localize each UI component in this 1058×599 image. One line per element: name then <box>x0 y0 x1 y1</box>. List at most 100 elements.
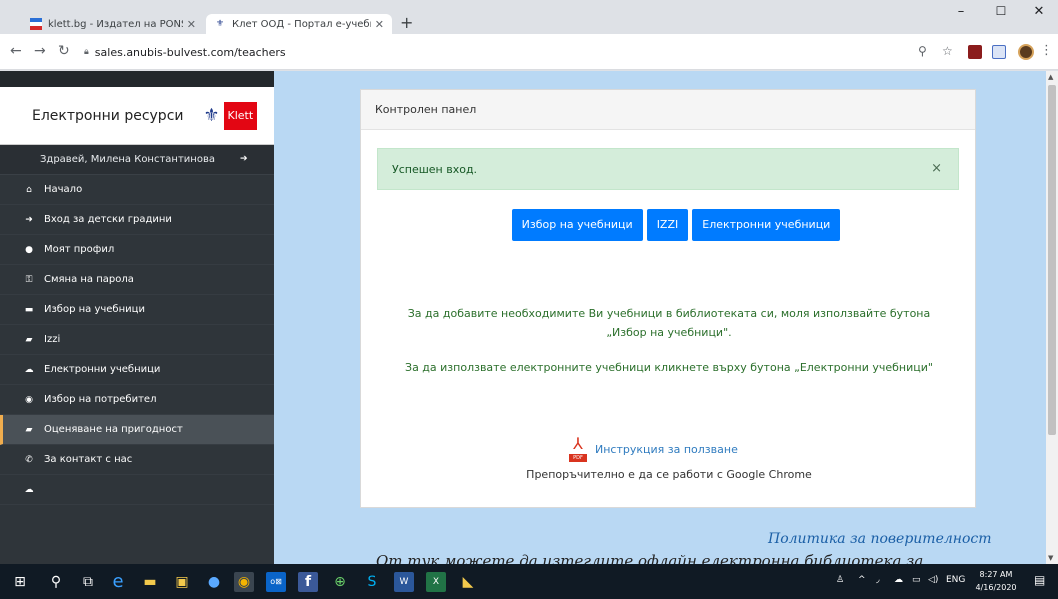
sidebar-item-5[interactable]: ▬ Избор на учебници <box>0 295 274 325</box>
tab-title: Клет ООД - Портал е-учебници <box>232 18 371 30</box>
volume-icon[interactable]: ◁) <box>928 575 938 585</box>
reload-icon[interactable]: ↻ <box>58 43 70 59</box>
skype-icon[interactable]: S <box>362 572 382 592</box>
panel-header: Контролен панел <box>361 90 975 130</box>
url-text: sales.anubis-bulvest.com/teachers <box>94 45 286 59</box>
app-icon[interactable]: ● <box>204 572 224 592</box>
instruction-link[interactable]: Инструкция за ползване <box>595 443 738 456</box>
sidebar-item-2[interactable]: ➜ Вход за детски градини <box>0 205 274 235</box>
close-icon[interactable]: ✕ <box>187 18 196 31</box>
greeting-text: Здравей, Милена Константинова <box>40 154 215 165</box>
home-icon: ⌂ <box>26 184 32 195</box>
sidebar-item-9[interactable]: ▰ Оценяване на пригодност <box>0 415 274 445</box>
menu-kebab-icon[interactable]: ⋮ <box>1040 43 1053 58</box>
search-icon[interactable]: ⚲ <box>46 572 66 592</box>
profile-avatar[interactable] <box>1018 44 1034 60</box>
sidebar-item-7[interactable]: ☁ Електронни учебници <box>0 355 274 385</box>
info-use-textbooks: За да използвате електронните учебници к… <box>405 361 933 374</box>
alert-close-button[interactable]: × <box>931 161 942 176</box>
sidebar-item-label: Избор на потребител <box>44 394 157 405</box>
action-buttons: Избор на учебници IZZI Електронни учебни… <box>361 209 977 241</box>
sidebar: Електронни ресурси ⚜ Klett Здравей, Миле… <box>0 71 274 564</box>
sidebar-item-1[interactable]: ⌂ Начало <box>0 175 274 205</box>
address-bar[interactable]: 🔒︎ sales.anubis-bulvest.com/teachers <box>78 40 902 64</box>
sidebar-item-label: Избор на учебници <box>44 304 145 315</box>
file-explorer-icon[interactable]: ▬ <box>140 572 160 592</box>
extension-icon[interactable] <box>992 45 1006 59</box>
people-icon[interactable]: ♙ <box>836 575 844 585</box>
extension-icon[interactable] <box>968 45 982 59</box>
app-icon[interactable]: ◣ <box>458 572 478 592</box>
zoom-icon[interactable]: ⚲ <box>918 44 927 58</box>
maximize-button[interactable]: ☐ <box>984 4 1018 18</box>
sidebar-item-11[interactable]: ☁ <box>0 475 274 505</box>
sidebar-item-3[interactable]: ● Моят профил <box>0 235 274 265</box>
page-scrollbar[interactable]: ▲ ▼ <box>1046 71 1058 564</box>
sidebar-item-label: Izzi <box>44 334 61 345</box>
scroll-up-icon[interactable]: ▲ <box>1048 73 1053 81</box>
user-icon: ● <box>25 244 33 255</box>
bookmark-star-icon[interactable]: ☆ <box>942 44 953 58</box>
windows-taskbar: ⊞ ⚲ ⧉ e ▬ ▣ ● ◉ o⊠ f ⊕ S W X ◣ ♙ ^ ◞ ☁ ▭… <box>0 564 1058 599</box>
excel-icon[interactable]: X <box>426 572 446 592</box>
chrome-recommendation: Препоръчително е да се работи с Google C… <box>526 468 812 481</box>
info-add-textbooks: За да добавите необходимите Ви учебници … <box>407 307 931 339</box>
browser-tab-klett-bg[interactable]: klett.bg - Издател на PONS речн ✕ <box>22 14 204 34</box>
scroll-down-icon[interactable]: ▼ <box>1048 554 1053 562</box>
klett-logo[interactable]: ⚜ Klett <box>200 101 258 130</box>
alert-text: Успешен вход. <box>392 162 478 176</box>
klett-wordmark: Klett <box>223 101 258 130</box>
close-icon[interactable]: ✕ <box>375 18 384 31</box>
privacy-policy-link[interactable]: Политика за поверителност <box>768 531 992 547</box>
onedrive-icon[interactable]: ☁ <box>894 575 903 585</box>
sidebar-brand: Електронни ресурси ⚜ Klett <box>0 87 274 145</box>
sidebar-item-10[interactable]: ✆ За контакт с нас <box>0 445 274 475</box>
sidebar-item-label: Начало <box>44 184 83 195</box>
minimize-button[interactable]: – <box>944 4 978 19</box>
browser-tabstrip: klett.bg - Издател на PONS речн ✕ ⚜ Клет… <box>0 0 1058 34</box>
chrome-browser-icon[interactable]: ◉ <box>234 572 254 592</box>
globe-icon[interactable]: ⊕ <box>330 572 350 592</box>
sidebar-item-label: Оценяване на пригодност <box>44 424 183 435</box>
electronic-textbooks-button[interactable]: Електронни учебници <box>692 209 841 241</box>
lock-icon: 🔒︎ <box>84 47 89 57</box>
windows-start-icon[interactable]: ⊞ <box>10 572 30 592</box>
sidebar-top-strip <box>0 71 274 87</box>
notifications-icon[interactable]: ▤ <box>1034 573 1045 587</box>
izzi-button[interactable]: IZZI <box>646 209 689 241</box>
offline-library-text: От тук можете да изтеглите офлайн електр… <box>376 552 924 564</box>
word-icon[interactable]: W <box>394 572 414 592</box>
sidebar-item-6[interactable]: ▰ Izzi <box>0 325 274 355</box>
list-icon: ▬ <box>24 304 34 315</box>
klett-emblem-icon: ⚜ <box>203 105 220 126</box>
window-close-button[interactable]: ✕ <box>1022 4 1056 19</box>
logout-icon[interactable]: ➔ <box>240 154 248 164</box>
user-greeting: Здравей, Милена Константинова ➔ <box>0 145 274 175</box>
battery-icon[interactable]: ▭ <box>912 575 921 585</box>
tab-title: klett.bg - Издател на PONS речн <box>48 18 183 30</box>
task-view-icon[interactable]: ⧉ <box>78 572 98 592</box>
sidebar-menu: ⌂ Начало ➜ Вход за детски градини ● Моят проф… <box>0 175 274 505</box>
chevron-up-icon[interactable]: ^ <box>858 575 866 585</box>
browser-tab-klett-portal[interactable]: ⚜ Клет ООД - Портал е-учебници ✕ <box>206 14 392 34</box>
sidebar-item-label: Електронни учебници <box>44 364 161 375</box>
sidebar-item-4[interactable]: ⚿ Смяна на парола <box>0 265 274 295</box>
network-icon[interactable]: ◞ <box>876 575 880 585</box>
textbook-selection-button[interactable]: Избор на учебници <box>511 209 643 241</box>
facebook-icon[interactable]: f <box>298 572 318 592</box>
store-icon[interactable]: ▣ <box>172 572 192 592</box>
sidebar-item-label: Смяна на парола <box>44 274 134 285</box>
edge-browser-icon[interactable]: e <box>108 572 128 592</box>
acrobat-glyph: ⅄ <box>573 434 583 453</box>
sign-in-icon: ➜ <box>25 214 33 225</box>
language-indicator[interactable]: ENG <box>946 575 965 585</box>
forward-arrow-icon[interactable]: → <box>34 43 46 59</box>
back-arrow-icon[interactable]: ← <box>10 43 22 59</box>
sidebar-item-8[interactable]: ◉ Избор на потребител <box>0 385 274 415</box>
book-icon: ▰ <box>25 334 33 345</box>
new-tab-button[interactable]: + <box>400 14 413 32</box>
pdf-icon[interactable]: ⅄ PDF <box>569 436 587 462</box>
outlook-icon[interactable]: o⊠ <box>266 572 286 592</box>
system-clock[interactable]: 8:27 AM 4/16/2020 <box>970 568 1022 594</box>
scroll-thumb[interactable] <box>1048 85 1056 435</box>
